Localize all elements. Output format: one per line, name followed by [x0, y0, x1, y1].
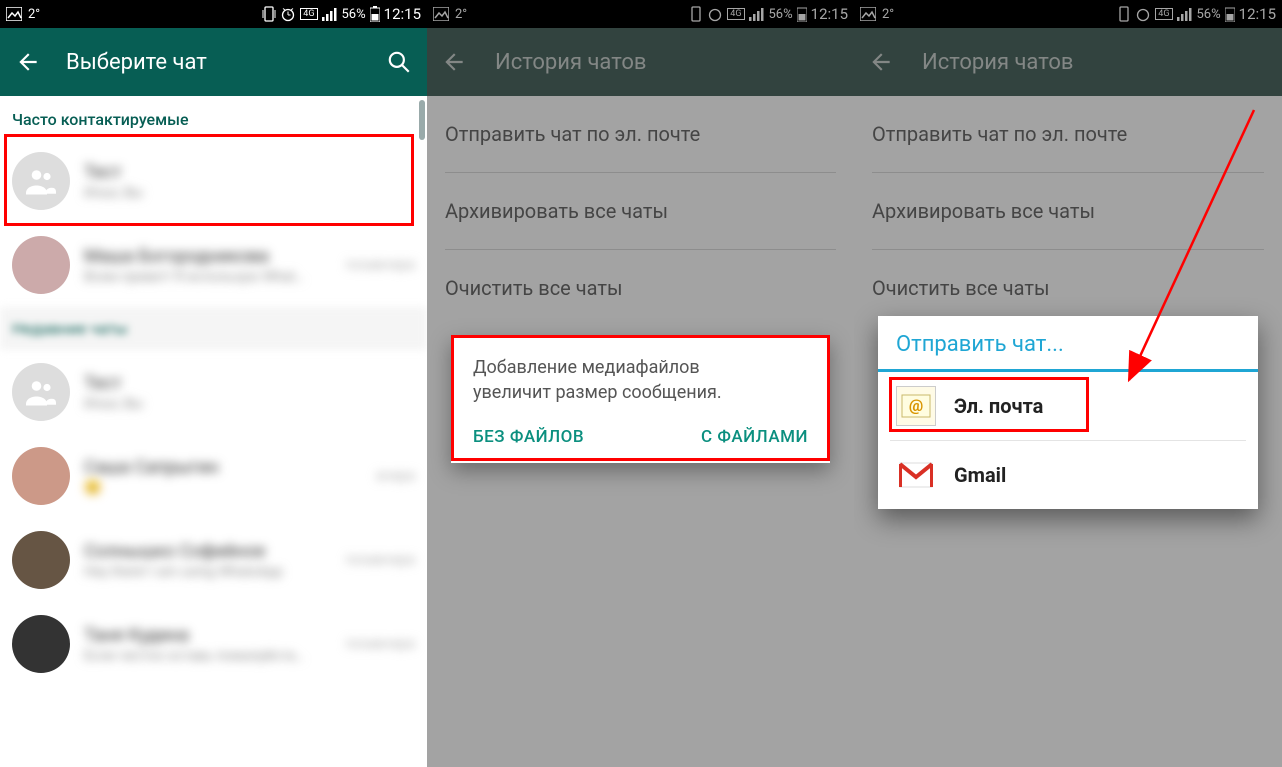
chat-time: позавчера: [346, 636, 415, 652]
gmail-icon: [896, 455, 936, 495]
chat-row[interactable]: Тест Илья, Вы: [0, 350, 427, 434]
chat-row[interactable]: Тест Илья, Вы: [0, 139, 427, 223]
avatar: [12, 531, 70, 589]
share-dialog: Отправить чат... @ Эл. почта Gmail: [878, 316, 1258, 509]
chat-subtitle: 😊: [84, 480, 362, 496]
dialog-text-line2: увеличит размер сообщения.: [473, 382, 722, 403]
group-avatar-icon: [12, 152, 70, 210]
without-files-button[interactable]: БЕЗ ФАЙЛОВ: [473, 427, 584, 447]
chat-row[interactable]: Солнышко Софийное Hey there! I am using …: [0, 518, 427, 602]
status-temp: 2°: [28, 7, 40, 22]
chat-name: Таня Кудина: [84, 625, 332, 646]
share-option-gmail[interactable]: Gmail: [878, 441, 1258, 509]
search-button[interactable]: [385, 48, 413, 76]
chat-subtitle: Если честно оставь пожалуйста…: [84, 648, 332, 664]
chat-name: Тест: [84, 373, 415, 394]
group-avatar-icon: [12, 363, 70, 421]
alarm-icon: [280, 6, 296, 22]
share-dialog-title: Отправить чат...: [878, 316, 1258, 372]
share-option-label: Gmail: [954, 463, 1006, 487]
app-bar: Выберите чат: [0, 28, 427, 96]
email-icon: @: [896, 386, 936, 426]
chat-time: позавчера: [346, 257, 415, 273]
avatar: [12, 615, 70, 673]
chat-time: вчера: [376, 468, 415, 484]
chat-row[interactable]: Таня Кудина Если честно оставь пожалуйст…: [0, 602, 427, 686]
scrollbar[interactable]: [419, 100, 425, 140]
image-icon: [6, 7, 22, 21]
chat-name: Солнышко Софийное: [84, 541, 332, 562]
chat-time: позавчера: [346, 552, 415, 568]
media-dialog: Добавление медиафайлов увеличит размер с…: [451, 335, 830, 463]
chat-name: Саша Сапрыгин: [84, 457, 362, 478]
chat-row[interactable]: Маша Богородникова Всем привет! Я исполь…: [0, 223, 427, 307]
back-button[interactable]: [14, 48, 42, 76]
status-bar: 2° 4G 56% 12:15: [0, 0, 427, 28]
svg-text:@: @: [909, 396, 923, 415]
status-net: 4G: [300, 8, 317, 20]
chat-subtitle: Илья, Вы: [84, 396, 415, 412]
avatar: [12, 447, 70, 505]
phone-screen-1: 2° 4G 56% 12:15 Выберите чат Часто конта…: [0, 0, 427, 767]
section-frequent: Часто контактируемые: [0, 96, 427, 139]
section-recent: Недавние чаты: [0, 307, 427, 350]
chat-subtitle: Всем привет! Я использую What…: [84, 269, 332, 285]
status-battery-pct: 56%: [342, 7, 366, 22]
status-time: 12:15: [384, 5, 421, 23]
with-files-button[interactable]: С ФАЙЛАМИ: [701, 427, 808, 447]
chat-name: Маша Богородникова: [84, 246, 332, 267]
chat-name: Тест: [84, 162, 415, 183]
share-option-email[interactable]: @ Эл. почта: [878, 372, 1258, 440]
chat-subtitle: Илья, Вы: [84, 185, 415, 201]
phone-screen-2: 2° 4G 56% 12:15 История чатов Отправить …: [427, 0, 854, 767]
page-title: Выберите чат: [66, 50, 361, 75]
dialog-text-line1: Добавление медиафайлов: [473, 357, 700, 378]
signal-icon: [322, 7, 338, 21]
phone-screen-3: 2° 4G 56% 12:15 История чатов Отправить …: [854, 0, 1282, 767]
chat-subtitle: Hey there! I am using WhatsApp: [84, 564, 332, 580]
chat-row[interactable]: Саша Сапрыгин 😊 вчера: [0, 434, 427, 518]
vibrate-icon: [262, 6, 276, 22]
share-option-label: Эл. почта: [954, 394, 1043, 418]
battery-icon: [370, 6, 380, 22]
avatar: [12, 236, 70, 294]
